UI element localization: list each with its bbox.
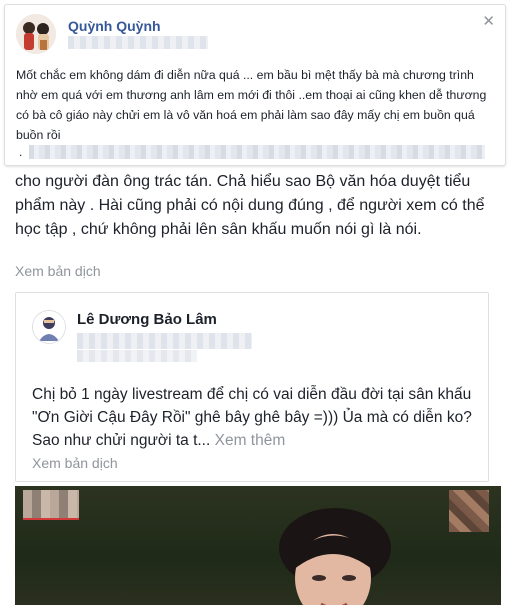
shared-meta-redacted-2 (77, 350, 197, 362)
video-thumbnail[interactable] (15, 486, 501, 605)
shared-post-card[interactable]: Lê Dương Bảo Lâm Chị bỏ 1 ngày livestrea… (15, 292, 489, 482)
redacted-text (29, 145, 485, 159)
see-translation-link[interactable]: Xem bản dịch (15, 263, 101, 279)
shared-author-name[interactable]: Lê Dương Bảo Lâm (77, 311, 217, 328)
comment-text: cho người đàn ông trác tán. Chả hiểu sao… (15, 173, 485, 238)
post-meta-redacted (68, 36, 208, 49)
post-text-dot: . (19, 145, 23, 159)
see-more-link[interactable]: Xem thêm (215, 432, 286, 449)
shared-meta-redacted (77, 333, 252, 349)
pixelated-region (449, 490, 489, 532)
top-post-card: Quỳnh Quỳnh ✕ Mốt chắc em không dám đi d… (4, 4, 506, 166)
close-icon[interactable]: ✕ (482, 12, 495, 30)
person-photo (279, 508, 391, 605)
shared-post-text: Chị bỏ 1 ngày livestream để chị có vai d… (32, 383, 482, 452)
author-avatar[interactable] (16, 14, 56, 54)
pixelated-region (23, 490, 79, 520)
shared-see-translation-link[interactable]: Xem bản dịch (32, 455, 118, 471)
shared-author-avatar[interactable] (32, 310, 66, 344)
post-text: Mốt chắc em không dám đi diễn nữa quá ..… (16, 68, 487, 142)
author-name[interactable]: Quỳnh Quỳnh (68, 18, 161, 34)
